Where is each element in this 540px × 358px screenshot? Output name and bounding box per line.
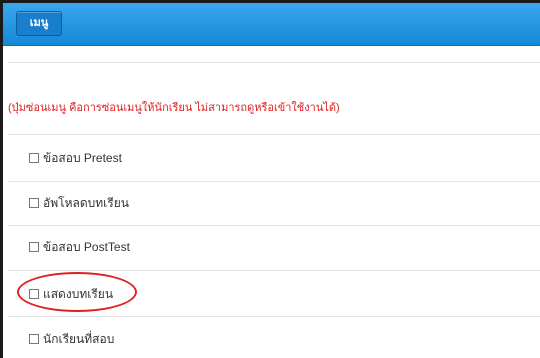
top-toolbar: เมนู xyxy=(3,3,540,46)
divider xyxy=(8,316,540,317)
hide-menu-note: (ปุ่มซ่อนเมนู คือการซ่อนเมนูให้นักเรียน … xyxy=(8,102,340,114)
menu-option-pretest[interactable]: ข้อสอบ Pretest xyxy=(29,150,122,166)
menu-option-label: อัพโหลดบทเรียน xyxy=(43,195,129,210)
page-frame: เมนู (ปุ่มซ่อนเมนู คือการซ่อนเมนูให้นักเ… xyxy=(0,0,540,358)
checkbox[interactable] xyxy=(29,289,39,299)
menu-option-label: แสดงบทเรียน xyxy=(43,286,114,301)
checkbox[interactable] xyxy=(29,334,39,344)
checkbox[interactable] xyxy=(29,242,39,252)
menu-option-label: ข้อสอบ PostTest xyxy=(43,239,130,254)
menu-option-posttest[interactable]: ข้อสอบ PostTest xyxy=(29,239,130,255)
divider xyxy=(8,134,540,135)
menu-option-tested-students[interactable]: นักเรียนที่สอบ xyxy=(29,331,114,347)
menu-option-label: นักเรียนที่สอบ xyxy=(43,331,115,346)
menu-option-show-lesson[interactable]: แสดงบทเรียน xyxy=(29,286,113,302)
checkbox[interactable] xyxy=(29,198,39,208)
checkbox[interactable] xyxy=(29,153,39,163)
divider xyxy=(8,62,540,63)
divider xyxy=(8,181,540,182)
divider xyxy=(8,270,540,271)
menu-option-upload-lesson[interactable]: อัพโหลดบทเรียน xyxy=(29,195,129,211)
divider xyxy=(8,225,540,226)
menu-option-label: ข้อสอบ Pretest xyxy=(43,150,122,165)
menu-button[interactable]: เมนู xyxy=(16,11,62,36)
